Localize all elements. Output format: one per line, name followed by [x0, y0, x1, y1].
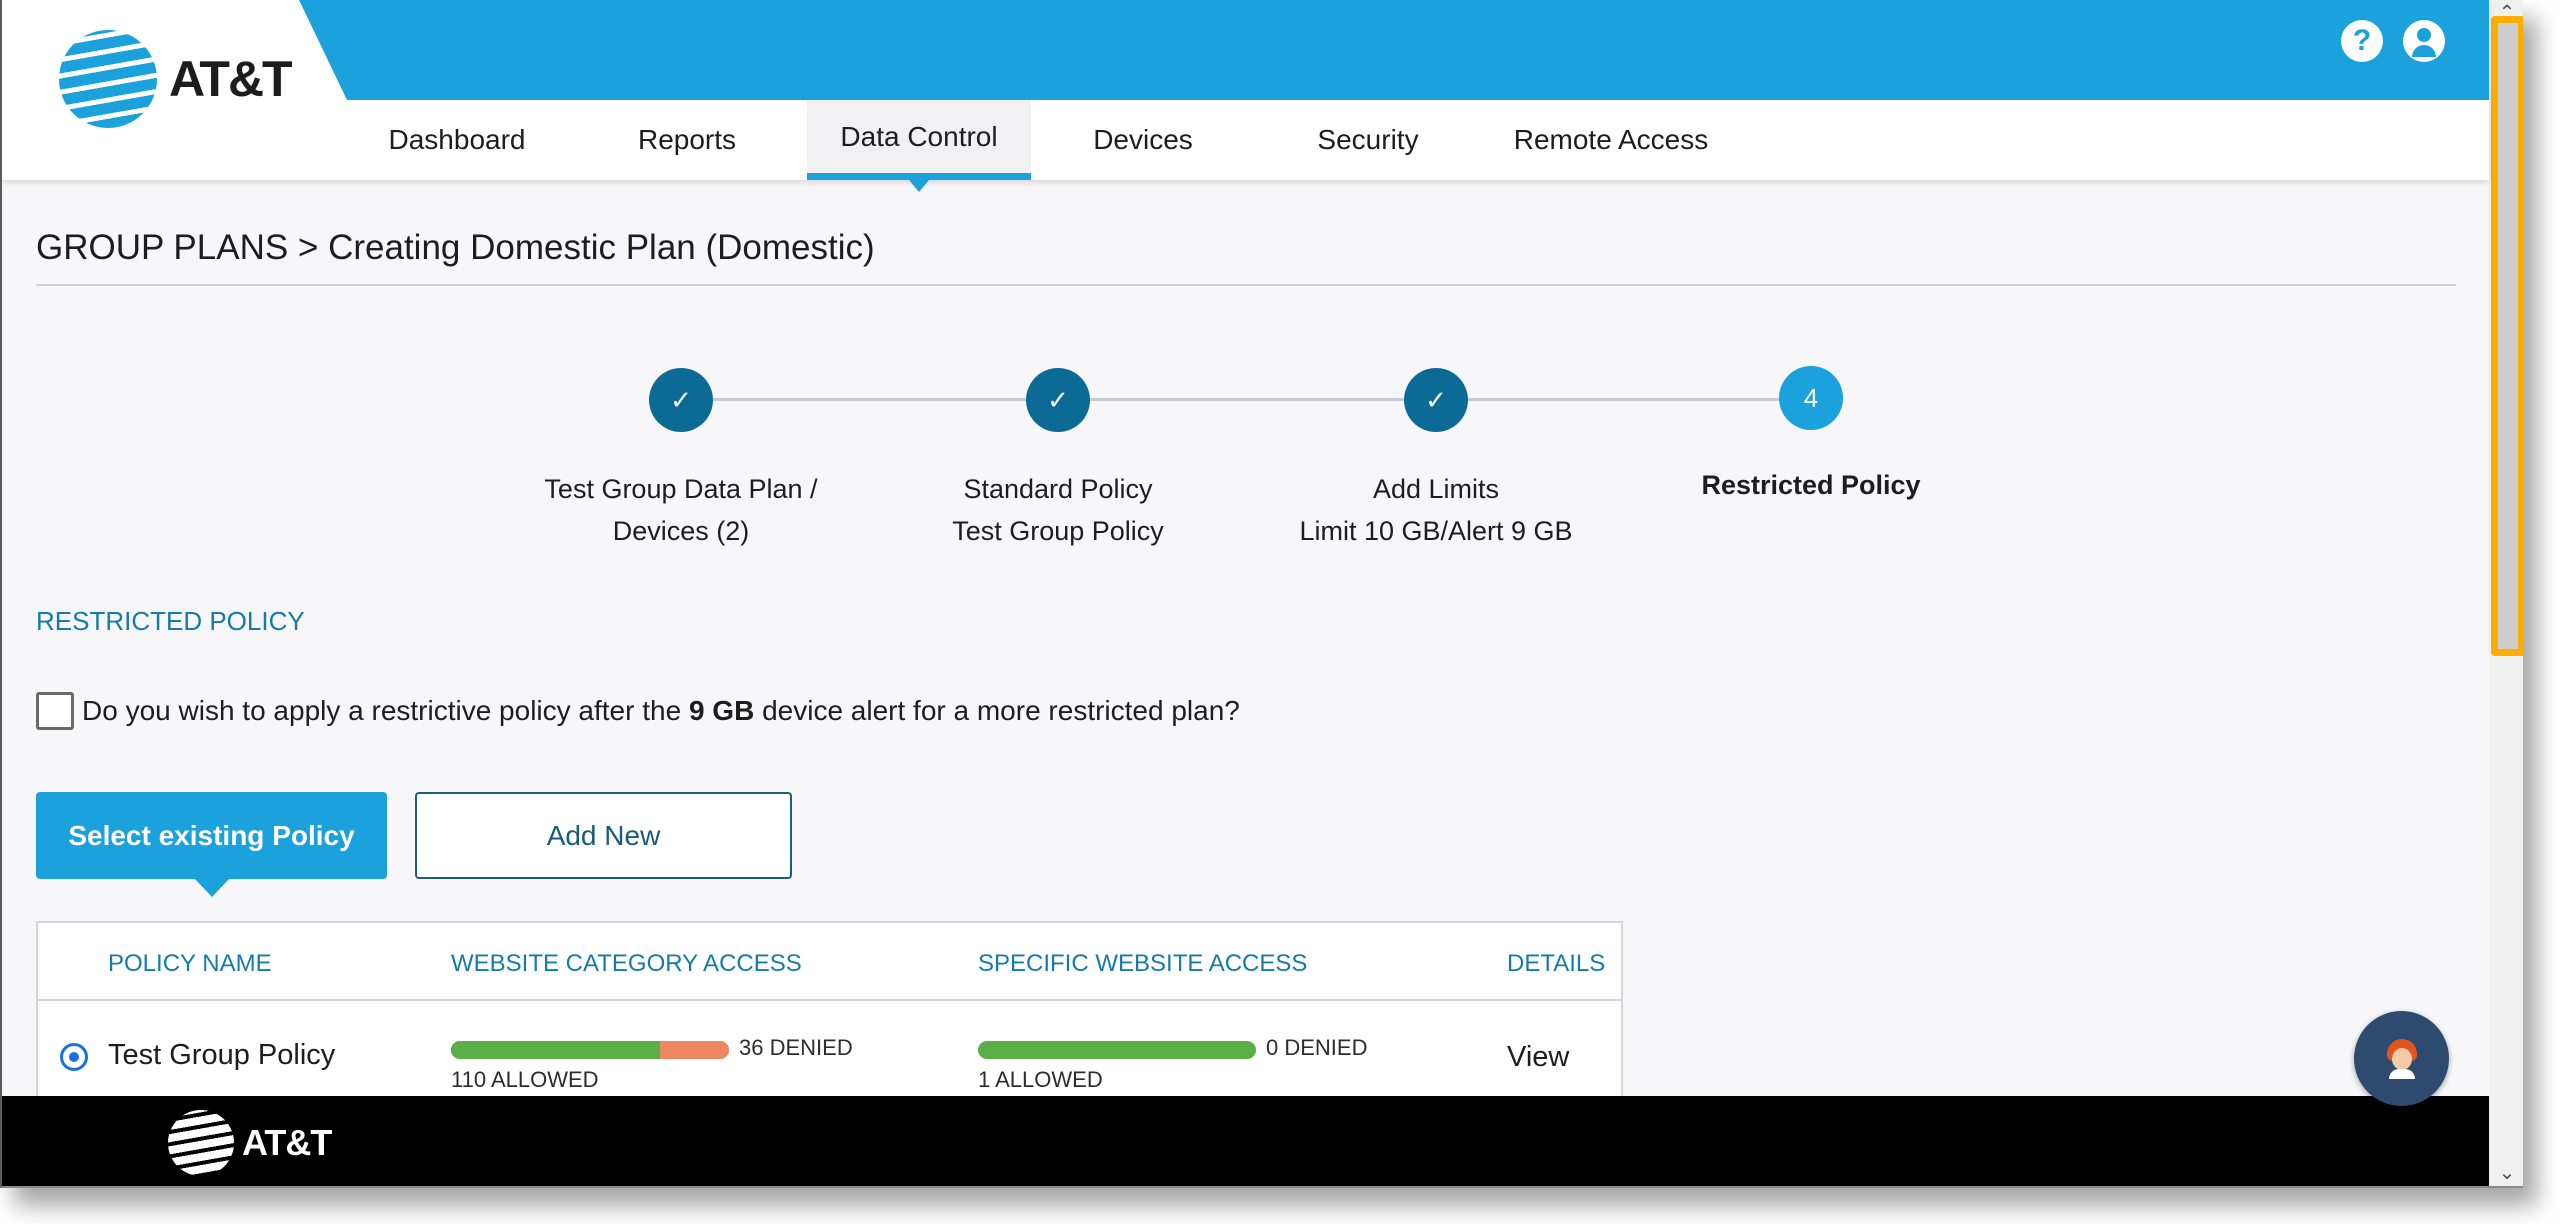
- tab-reports[interactable]: Reports: [567, 100, 807, 180]
- step-connector: [1090, 398, 1404, 401]
- tab-dashboard[interactable]: Dashboard: [347, 100, 567, 180]
- tab-security[interactable]: Security: [1255, 100, 1481, 180]
- tab-data-control[interactable]: Data Control: [807, 100, 1031, 192]
- att-globe-icon: [59, 30, 157, 128]
- restrictive-policy-checkbox[interactable]: [36, 692, 74, 730]
- restrictive-policy-question: Do you wish to apply a restrictive polic…: [82, 695, 1240, 727]
- question-text: device alert for a more restricted plan?: [754, 695, 1240, 726]
- select-existing-policy-button[interactable]: Select existing Policy: [36, 792, 387, 897]
- header-blue-band: [299, 0, 2489, 100]
- policy-table: POLICY NAME WEBSITE CATEGORY ACCESS SPEC…: [36, 921, 1623, 1101]
- question-threshold: 9 GB: [688, 695, 755, 726]
- chat-assistant-button[interactable]: [2354, 1011, 2449, 1106]
- avatar-shirt: [2388, 1068, 2415, 1079]
- step-4-number: 4: [1779, 366, 1843, 430]
- step-2-label: Standard Policy Test Group Policy: [878, 468, 1238, 552]
- avatar-face: [2391, 1047, 2412, 1070]
- category-allowed-count: 110 ALLOWED: [451, 1067, 599, 1092]
- tab-remote-access[interactable]: Remote Access: [1481, 100, 1741, 180]
- step-3-label: Add Limits Limit 10 GB/Alert 9 GB: [1256, 468, 1616, 552]
- tab-label: Reports: [637, 124, 737, 155]
- radio-dot: [69, 1052, 79, 1062]
- step-1-check-icon[interactable]: ✓: [649, 368, 713, 432]
- main-content: GROUP PLANS > Creating Domestic Plan (Do…: [2, 180, 2489, 1101]
- scroll-down-arrow-icon[interactable]: ⌄: [2489, 1160, 2523, 1184]
- table-row[interactable]: Test Group Policy 36 DENIED 110 ALLOWED …: [38, 1003, 1621, 1103]
- step-label-line: Test Group Data Plan /: [544, 474, 818, 504]
- column-header-policy-name[interactable]: POLICY NAME: [108, 950, 272, 978]
- breadcrumb-divider: [36, 284, 2456, 286]
- add-new-policy-button[interactable]: Add New: [415, 792, 792, 879]
- tab-devices[interactable]: Devices: [1031, 100, 1255, 180]
- step-label-line: Restricted Policy: [1701, 470, 1921, 500]
- footer-logo: AT&T: [168, 1110, 332, 1176]
- specific-allowed-segment: [978, 1041, 1256, 1059]
- specific-access-bar: [978, 1041, 1256, 1059]
- view-policy-details-link[interactable]: View: [1507, 1041, 1569, 1074]
- chat-assistant-avatar-icon: [2385, 1038, 2419, 1079]
- column-header-specific-access[interactable]: SPECIFIC WEBSITE ACCESS: [978, 950, 1307, 978]
- att-globe-icon: [168, 1110, 234, 1176]
- step-label-line: Devices (2): [612, 516, 750, 546]
- step-label-line: Limit 10 GB/Alert 9 GB: [1299, 516, 1573, 546]
- column-header-category-access[interactable]: WEBSITE CATEGORY ACCESS: [451, 950, 802, 978]
- tab-label: Data Control: [840, 120, 998, 152]
- step-4-label: Restricted Policy: [1631, 464, 1991, 506]
- question-text: Do you wish to apply a restrictive polic…: [82, 695, 689, 726]
- category-denied-count: 36 DENIED: [739, 1035, 853, 1060]
- scrollbar-thumb[interactable]: [2491, 16, 2523, 656]
- att-logo[interactable]: AT&T: [59, 30, 293, 128]
- specific-denied-count: 0 DENIED: [1266, 1035, 1368, 1060]
- vertical-scrollbar[interactable]: ⌃ ⌄: [2489, 0, 2523, 1186]
- policy-name: Test Group Policy: [108, 1039, 336, 1071]
- step-label-line: Standard Policy: [963, 474, 1153, 504]
- step-connector: [1468, 398, 1779, 401]
- help-icon[interactable]: ?: [2341, 20, 2383, 62]
- breadcrumb: GROUP PLANS > Creating Domestic Plan (Do…: [36, 228, 875, 267]
- tab-label: Remote Access: [1513, 124, 1709, 155]
- site-header: AT&T ? Dashboard Reports Data Control De…: [2, 0, 2489, 192]
- restrictive-policy-option: Do you wish to apply a restrictive polic…: [36, 692, 1240, 730]
- browser-window: AT&T ? Dashboard Reports Data Control De…: [0, 0, 2523, 1188]
- user-head-shape: [2417, 28, 2431, 42]
- user-body-shape: [2412, 45, 2436, 57]
- column-header-details: DETAILS: [1507, 950, 1606, 977]
- category-allowed-segment: [451, 1041, 661, 1059]
- header-actions: ?: [2341, 20, 2445, 62]
- site-footer: AT&T: [2, 1096, 2489, 1186]
- step-label-line: Add Limits: [1372, 474, 1500, 504]
- policy-radio-selected[interactable]: [60, 1043, 88, 1071]
- desktop-background: [2523, 0, 2560, 1224]
- category-denied-segment: [660, 1041, 729, 1059]
- progress-stepper: ✓ ✓ ✓ 4 Test Group Data Plan / Devices (…: [2, 366, 2489, 568]
- table-header: POLICY NAME WEBSITE CATEGORY ACCESS SPEC…: [38, 923, 1621, 1001]
- main-nav: Dashboard Reports Data Control Devices S…: [347, 100, 1741, 192]
- logo-text: AT&T: [169, 51, 293, 107]
- tab-label: Dashboard: [388, 124, 526, 155]
- step-connector: [713, 398, 1026, 401]
- user-account-icon[interactable]: [2403, 20, 2445, 62]
- step-label-line: Test Group Policy: [952, 516, 1164, 546]
- step-3-check-icon[interactable]: ✓: [1404, 368, 1468, 432]
- section-title: RESTRICTED POLICY: [36, 606, 305, 636]
- specific-allowed-count: 1 ALLOWED: [978, 1067, 1103, 1092]
- tab-label: Devices: [1093, 124, 1193, 155]
- footer-brand: AT&T: [242, 1122, 332, 1163]
- tab-label: Security: [1317, 124, 1419, 155]
- step-1-label: Test Group Data Plan / Devices (2): [501, 468, 861, 552]
- category-access-bar: [451, 1041, 729, 1059]
- step-2-check-icon[interactable]: ✓: [1026, 368, 1090, 432]
